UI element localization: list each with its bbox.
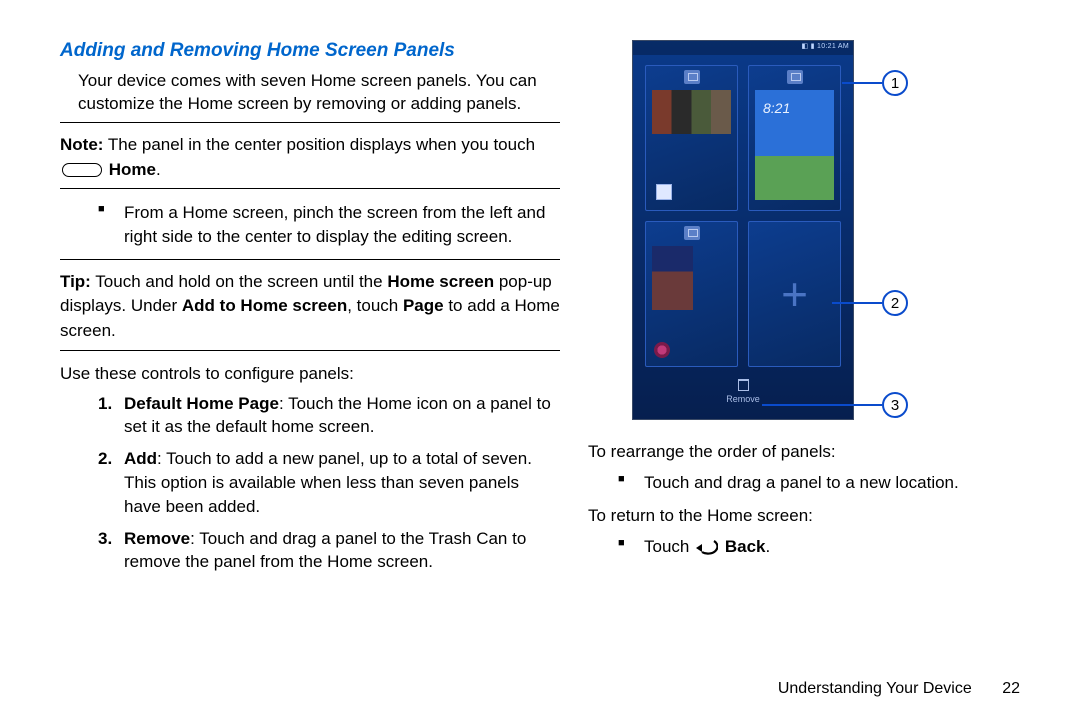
tip-prefix: Tip: <box>60 272 91 291</box>
rearrange-bullet: Touch and drag a panel to a new location… <box>618 471 1028 495</box>
pinch-bullet: From a Home screen, pinch the screen fro… <box>98 201 560 249</box>
control-item-1: 1. Default Home Page: Touch the Home ico… <box>98 392 560 440</box>
return-back-label: Back <box>725 537 766 556</box>
home-icon[interactable] <box>684 70 700 84</box>
tip-bold2: Add to Home screen <box>182 296 347 315</box>
control-3-num: 3. <box>98 527 112 551</box>
control-2-num: 2. <box>98 447 112 471</box>
note-text-before: The panel in the center position display… <box>108 135 535 154</box>
plus-icon: + <box>781 271 808 317</box>
tip-part1: Touch and hold on the screen until the <box>95 272 387 291</box>
panel-3[interactable] <box>645 221 738 367</box>
footer-page-number: 22 <box>1002 680 1020 697</box>
device-screenshot: ◧ ▮ 10:21 AM + <box>632 40 854 420</box>
callout-1-number: 1 <box>882 70 908 96</box>
controls-list: 1. Default Home Page: Touch the Home ico… <box>60 392 560 575</box>
remove-bar[interactable]: Remove <box>633 375 853 404</box>
panel-1[interactable] <box>645 65 738 211</box>
return-touch: Touch <box>644 537 689 556</box>
control-2-text: : Touch to add a new panel, up to a tota… <box>124 449 532 516</box>
return-period: . <box>765 537 770 556</box>
control-1-lead: Default Home Page <box>124 394 279 413</box>
control-item-3: 3. Remove: Touch and drag a panel to the… <box>98 527 560 575</box>
add-panel[interactable]: + <box>748 221 841 367</box>
note-text-after: . <box>156 160 161 179</box>
tip-bold1: Home screen <box>387 272 494 291</box>
rule-below-tip <box>60 350 560 351</box>
panel-grid: + <box>633 55 853 375</box>
control-2-lead: Add <box>124 449 157 468</box>
pinch-bullet-list: From a Home screen, pinch the screen fro… <box>60 201 560 249</box>
control-1-num: 1. <box>98 392 112 416</box>
note-block: Note: The panel in the center position d… <box>60 133 560 182</box>
callout-3-number: 3 <box>882 392 908 418</box>
return-list: Touch Back. <box>588 535 1028 563</box>
tip-bold3: Page <box>403 296 444 315</box>
remove-label: Remove <box>726 394 760 404</box>
tip-part3: , touch <box>347 296 403 315</box>
home-icon[interactable] <box>684 226 700 240</box>
rearrange-heading: To rearrange the order of panels: <box>588 440 1028 465</box>
section-intro: Your device comes with seven Home screen… <box>60 70 560 116</box>
note-prefix: Note: <box>60 135 103 154</box>
rule-below-note <box>60 188 560 189</box>
home-icon[interactable] <box>787 70 803 84</box>
footer-chapter: Understanding Your Device <box>778 680 972 697</box>
return-heading: To return to the Home screen: <box>588 504 1028 529</box>
page-footer: Understanding Your Device 22 <box>778 680 1020 698</box>
rule-above-tip <box>60 259 560 260</box>
back-icon <box>692 538 718 563</box>
section-title: Adding and Removing Home Screen Panels <box>60 40 560 62</box>
note-home-label: Home <box>109 160 156 179</box>
return-bullet: Touch Back. <box>618 535 1028 563</box>
callout-2-number: 2 <box>882 290 908 316</box>
control-item-2: 2. Add: Touch to add a new panel, up to … <box>98 447 560 518</box>
rearrange-list: Touch and drag a panel to a new location… <box>588 471 1028 495</box>
rule-above-note <box>60 122 560 123</box>
home-button-icon <box>62 163 102 177</box>
control-3-lead: Remove <box>124 529 190 548</box>
controls-intro: Use these controls to configure panels: <box>60 363 560 386</box>
status-time: ◧ ▮ 10:21 AM <box>801 43 849 50</box>
status-bar: ◧ ▮ 10:21 AM <box>633 41 853 55</box>
trash-icon <box>738 379 749 391</box>
panel-2[interactable] <box>748 65 841 211</box>
tip-block: Tip: Touch and hold on the screen until … <box>60 270 560 344</box>
